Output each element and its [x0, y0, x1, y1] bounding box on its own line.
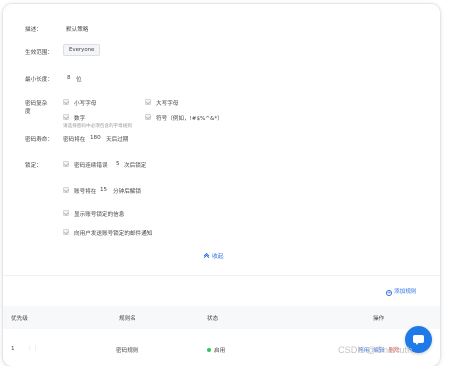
- col-priority: 优先级: [11, 316, 28, 322]
- row-status: 启用: [207, 346, 225, 354]
- chevron-up-icon: [203, 252, 210, 260]
- complexity-label-line2: 度: [25, 109, 31, 115]
- lifetime-days-input[interactable]: 180: [90, 135, 101, 141]
- description-value: 默认策略: [66, 27, 89, 33]
- rules-table-header: 优先级 规则名 状态 操作: [3, 306, 440, 329]
- add-rule-label: 添加规则: [394, 289, 417, 295]
- scope-tag[interactable]: Everyone: [63, 44, 101, 56]
- scope-label: 生效范围：: [25, 50, 53, 56]
- option-digits-label: 数字: [74, 116, 86, 122]
- row-priority: 1: [11, 346, 15, 352]
- option-symbols-label: 符号（例如，!#$%^&*）: [156, 116, 223, 122]
- plus-circle-icon: +: [386, 289, 392, 296]
- collapse-button[interactable]: 收起: [203, 251, 224, 260]
- show-lock-info-label: 显示账号锁定的信息: [74, 212, 125, 218]
- status-dot: [207, 348, 211, 352]
- lock-errors-suffix: 次后锁定: [124, 163, 147, 169]
- checkbox-digits[interactable]: [63, 114, 69, 120]
- min-length-input[interactable]: 8: [67, 75, 71, 81]
- add-rule-button[interactable]: + 添加规则: [386, 287, 416, 296]
- checkbox-show-lock-info[interactable]: [63, 210, 69, 216]
- checkbox-lock-after-errors[interactable]: [63, 161, 69, 167]
- row-rule-name: 密码规则: [116, 348, 139, 354]
- lifetime-label: 密码寿命：: [25, 137, 53, 143]
- drag-handle-icon[interactable]: ⋮⋮: [27, 346, 38, 352]
- collapse-label: 收起: [212, 254, 224, 260]
- checkbox-email-notify[interactable]: [63, 229, 69, 235]
- complexity-hint: 请选择密码中必须包含的字母规则: [63, 124, 132, 129]
- description-label: 描述：: [25, 27, 42, 33]
- unlock-suffix: 分钟后解锁: [113, 189, 141, 195]
- complexity-label-line1: 密码复杂: [25, 101, 48, 107]
- lifetime-prefix: 密码将在: [63, 137, 86, 143]
- col-status: 状态: [207, 316, 219, 322]
- min-length-label: 最小长度：: [25, 77, 53, 83]
- lifetime-suffix: 天后过期: [106, 137, 129, 143]
- lockout-label: 锁定：: [25, 163, 42, 169]
- section-divider: [3, 275, 440, 276]
- row-status-label: 启用: [214, 348, 226, 354]
- option-lowercase-label: 小写字母: [74, 101, 97, 107]
- unlock-minutes-input[interactable]: 15: [100, 187, 107, 193]
- lock-errors-input[interactable]: 5: [116, 161, 120, 167]
- min-length-unit: 位: [76, 77, 82, 83]
- watermark: CSDN @OneAuth: [338, 345, 413, 355]
- checkbox-lowercase[interactable]: [63, 99, 69, 105]
- col-rule-name: 规则名: [119, 316, 136, 322]
- checkbox-symbols[interactable]: [145, 114, 151, 120]
- unlock-prefix: 账号将在: [74, 189, 97, 195]
- policy-card: 描述： 默认策略 生效范围： Everyone 最小长度： 8 位 密码复杂 度…: [3, 4, 440, 366]
- checkbox-auto-unlock[interactable]: [63, 187, 69, 193]
- col-actions: 操作: [373, 316, 385, 322]
- checkbox-uppercase[interactable]: [145, 99, 151, 105]
- email-notify-label: 向用户发送账号锁定的邮件通知: [74, 231, 153, 237]
- lock-errors-prefix: 密码连续错误: [74, 163, 108, 169]
- option-uppercase-label: 大写字母: [156, 101, 179, 107]
- chat-icon: [413, 334, 424, 345]
